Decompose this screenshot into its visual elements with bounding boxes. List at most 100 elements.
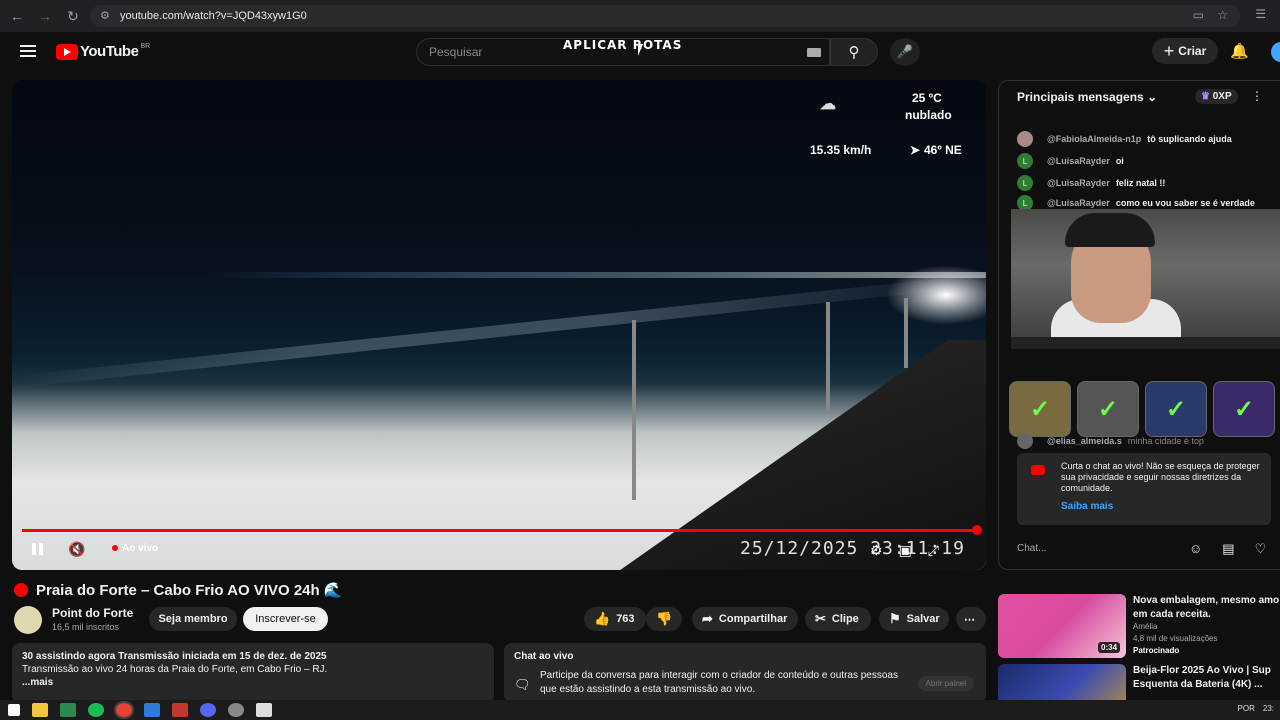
- microphone-icon: 🎤: [896, 44, 914, 59]
- reading-list-icon[interactable]: ☰: [1255, 7, 1266, 21]
- site-info-icon[interactable]: ⚙: [100, 9, 114, 23]
- discord-icon[interactable]: [200, 703, 216, 717]
- description-box[interactable]: 30 assistindo agora Transmissão iniciada…: [12, 643, 494, 703]
- like-count: 763: [616, 613, 635, 625]
- menu-icon[interactable]: [20, 45, 36, 57]
- user-avatar: [1017, 131, 1033, 147]
- share-button[interactable]: ➦ Compartilhar: [692, 607, 798, 631]
- voice-search-button[interactable]: 🎤: [890, 38, 920, 66]
- cast-icon[interactable]: ▭: [1193, 8, 1204, 22]
- route-cards: ✓ ✓ ✓ ✓: [1009, 381, 1275, 437]
- recommended-title[interactable]: Beija-Flor 2025 Ao Vivo | Sup Esquenta d…: [1133, 664, 1280, 692]
- chat-text: feliz natal !!: [1115, 178, 1166, 188]
- overlay-caption: APLICAR ROTAS: [563, 38, 683, 52]
- theater-mode-icon[interactable]: ▣: [899, 542, 912, 559]
- video-player[interactable]: ☁ 25 ºC nublado 15.35 km/h ➤ 46º NE 🔇 Ao…: [12, 80, 986, 570]
- chat-message[interactable]: @FabiolaAlmeida-n1p tô suplicando ajuda: [1017, 131, 1280, 147]
- super-chat-icon[interactable]: ▤: [1222, 541, 1234, 557]
- forward-arrow-icon[interactable]: →: [34, 5, 56, 27]
- subscriber-count: 16,5 mil inscritos: [52, 622, 120, 632]
- address-bar[interactable]: ⚙ youtube.com/watch?v=JQD43xyw1G0 ▭ ☆: [90, 5, 1240, 27]
- settings-gear-icon[interactable]: ⚙: [870, 542, 883, 559]
- clock[interactable]: 23:: [1263, 704, 1274, 713]
- avenue: [606, 340, 986, 570]
- wind-direction: 46º NE: [924, 143, 962, 157]
- street-lamp: [904, 298, 908, 368]
- channel-name[interactable]: Point do Forte: [52, 606, 133, 620]
- app-icon[interactable]: [256, 703, 272, 717]
- subscribe-button[interactable]: Inscrever-se: [243, 607, 328, 631]
- user-avatar: L: [1017, 153, 1033, 169]
- chat-text: tô suplicando ajuda: [1147, 134, 1232, 144]
- search-icon: ⚲: [848, 44, 860, 61]
- description-stats: 30 assistindo agora Transmissão iniciada…: [22, 651, 327, 662]
- browser-toolbar: ← → ↻ ⚙ youtube.com/watch?v=JQD43xyw1G0 …: [0, 0, 1280, 32]
- description-more[interactable]: ...mais: [22, 677, 484, 688]
- live-dot: [112, 545, 118, 551]
- recommended-video[interactable]: Beija-Flor 2025 Ao Vivo | Sup Esquenta d…: [998, 664, 1280, 700]
- chat-username: @LuisaRayder: [1047, 178, 1110, 188]
- account-avatar[interactable]: [1271, 42, 1280, 62]
- spotify-icon[interactable]: [88, 703, 104, 717]
- chat-message[interactable]: L @LuisaRayder oi: [1017, 153, 1280, 169]
- crown-icon: ♛: [1201, 91, 1210, 102]
- learn-more-link[interactable]: Saiba mais: [1061, 501, 1113, 512]
- country-code: BR: [140, 43, 151, 50]
- chat-message[interactable]: @elias_almeida.s minha cidade é top: [1017, 433, 1280, 449]
- video-thumbnail[interactable]: [998, 664, 1126, 700]
- system-tray[interactable]: POR 23:: [1238, 704, 1274, 713]
- save-button[interactable]: ⚑ Salvar: [879, 607, 949, 631]
- live-chat-heading: Chat ao vivo: [514, 651, 574, 662]
- chevron-down-icon: ⌄: [1147, 90, 1158, 104]
- more-vertical-icon[interactable]: ⋮: [1251, 89, 1263, 103]
- chrome-icon[interactable]: [114, 701, 134, 719]
- recommended-video[interactable]: 0:34 Nova embalagem, mesmo amo em cada r…: [998, 594, 1280, 658]
- check-icon: ✓: [1145, 381, 1207, 437]
- taskbar: POR 23:: [0, 700, 1280, 720]
- app-icon[interactable]: [144, 703, 160, 717]
- app-icon[interactable]: [228, 703, 244, 717]
- chat-mode-select[interactable]: Principais mensagens ⌄: [1017, 90, 1157, 104]
- video-title-row: Praia do Forte – Cabo Frio AO VIVO 24h 🌊: [14, 581, 343, 599]
- create-button[interactable]: + Criar: [1152, 38, 1218, 64]
- live-label: Ao vivo: [122, 543, 159, 554]
- youtube-logo[interactable]: YouTube BR: [56, 43, 150, 60]
- check-icon: ✓: [1077, 381, 1139, 437]
- reload-icon[interactable]: ↻: [62, 5, 84, 27]
- join-button[interactable]: Seja membro: [149, 607, 237, 631]
- url-text[interactable]: youtube.com/watch?v=JQD43xyw1G0: [120, 10, 307, 22]
- live-indicator[interactable]: Ao vivo: [112, 543, 158, 554]
- emoji-icon[interactable]: ☺: [1189, 541, 1202, 557]
- dislike-button[interactable]: 👎: [646, 607, 682, 631]
- progress-bar[interactable]: [22, 525, 982, 535]
- more-actions-button[interactable]: ⋯: [956, 607, 986, 631]
- bookmark-star-icon[interactable]: ☆: [1217, 8, 1228, 22]
- chat-input[interactable]: Chat...: [1017, 543, 1046, 554]
- back-arrow-icon[interactable]: ←: [6, 5, 28, 27]
- notifications-bell-icon[interactable]: 🔔: [1230, 42, 1249, 60]
- language-indicator[interactable]: POR: [1238, 704, 1255, 713]
- share-label: Compartilhar: [718, 613, 788, 625]
- pause-icon[interactable]: [32, 543, 44, 555]
- app-icon[interactable]: [172, 703, 188, 717]
- city-glow: [886, 265, 986, 325]
- file-explorer-icon[interactable]: [32, 703, 48, 717]
- app-icon[interactable]: [60, 703, 76, 717]
- search-button[interactable]: ⚲: [830, 38, 878, 66]
- keyboard-icon[interactable]: [807, 48, 821, 57]
- channel-avatar[interactable]: [14, 606, 42, 634]
- live-chat-text: Participe da conversa para interagir com…: [540, 670, 898, 695]
- fullscreen-icon[interactable]: ⤢: [928, 542, 939, 559]
- xp-badge[interactable]: ♛ 0XP: [1195, 89, 1238, 104]
- heart-icon[interactable]: ♡: [1255, 541, 1267, 557]
- like-button[interactable]: 👍 763: [584, 607, 646, 631]
- xp-value: 0XP: [1212, 91, 1232, 102]
- clip-button[interactable]: ✂ Clipe: [805, 607, 871, 631]
- mute-icon[interactable]: 🔇: [68, 541, 85, 558]
- youtube-play-icon: [56, 43, 78, 60]
- open-panel-button[interactable]: Abrir painel: [917, 676, 974, 691]
- temperature: 25 ºC: [912, 91, 942, 105]
- chat-message[interactable]: L @LuisaRayder feliz natal !!: [1017, 175, 1280, 191]
- windows-start-icon[interactable]: [8, 704, 20, 716]
- recommended-title[interactable]: Nova embalagem, mesmo amo em cada receit…: [1133, 594, 1280, 622]
